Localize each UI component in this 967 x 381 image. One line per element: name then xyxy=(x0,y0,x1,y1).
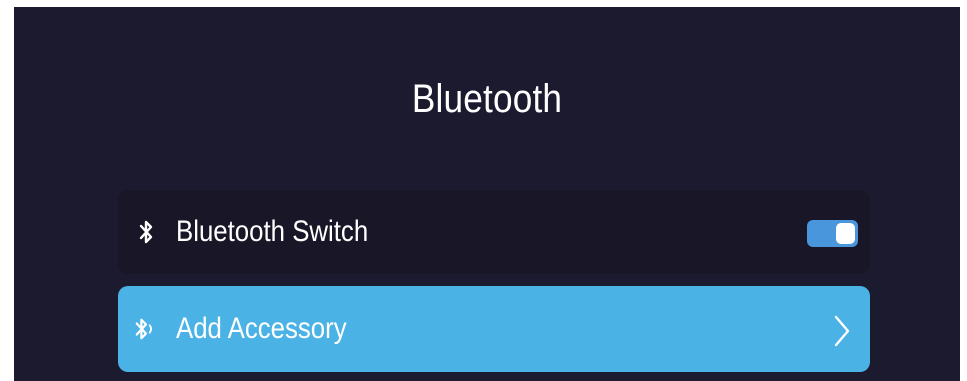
page-title: Bluetooth xyxy=(411,77,563,121)
bluetooth-toggle[interactable] xyxy=(807,220,858,247)
bluetooth-switch-row[interactable]: Bluetooth Switch xyxy=(118,190,870,274)
chevron-right-icon[interactable] xyxy=(832,314,852,348)
add-accessory-row[interactable]: Add Accessory xyxy=(118,286,870,372)
add-accessory-label: Add Accessory xyxy=(176,312,347,345)
bluetooth-switch-label: Bluetooth Switch xyxy=(176,215,369,248)
toggle-knob xyxy=(836,223,855,244)
bluetooth-icon xyxy=(134,217,158,247)
bluetooth-searching-icon xyxy=(134,314,158,344)
bluetooth-settings-screen: Bluetooth Bluetooth Switch Add Accessory xyxy=(14,7,960,381)
